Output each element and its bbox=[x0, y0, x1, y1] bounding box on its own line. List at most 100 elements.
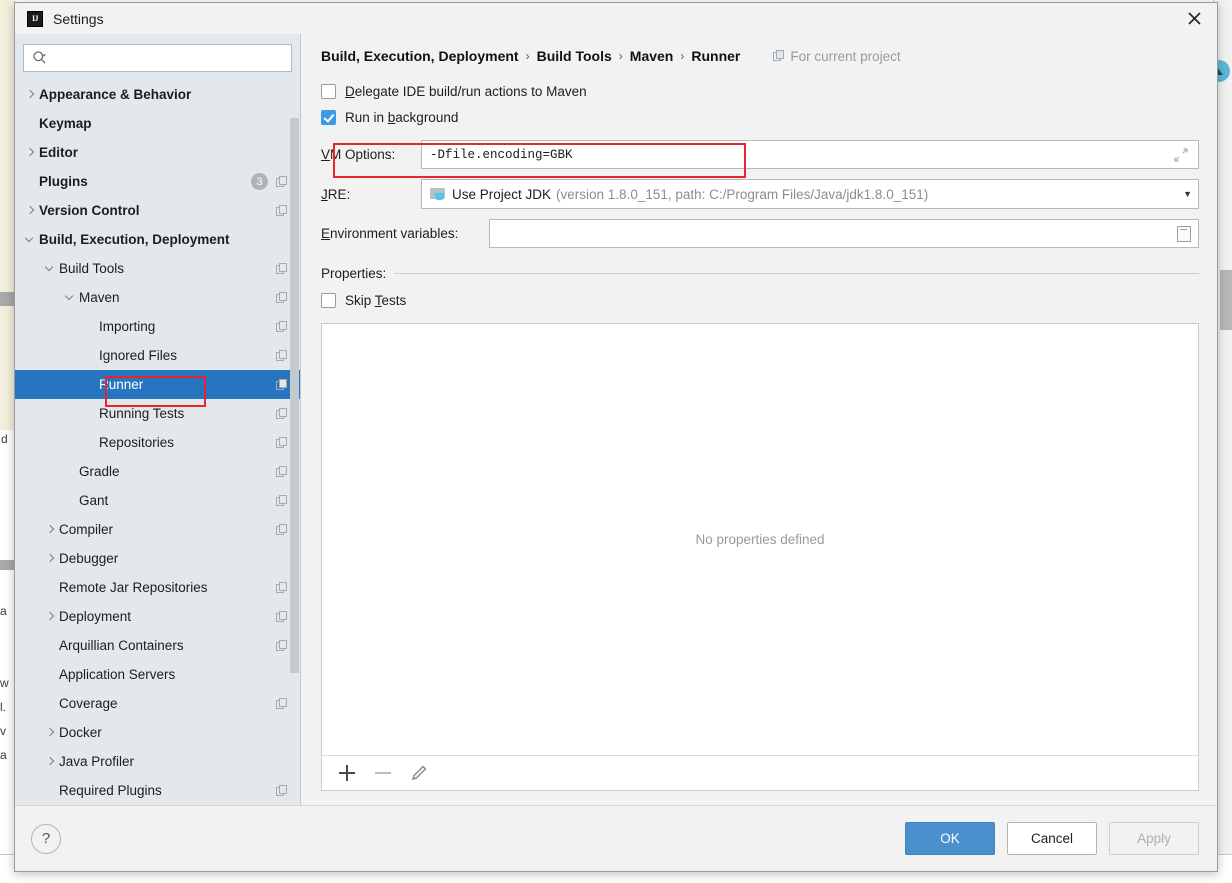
sidebar-item-ignored-files[interactable]: Ignored Files bbox=[15, 341, 300, 370]
sidebar-item-label: Ignored Files bbox=[99, 348, 178, 363]
chevron-right-icon[interactable] bbox=[43, 725, 59, 741]
chevron-down-icon[interactable] bbox=[63, 290, 79, 306]
sidebar-item-label: Arquillian Containers bbox=[59, 638, 184, 653]
jre-row: JRE: Use Project JDK (version 1.8.0_151,… bbox=[321, 179, 1199, 209]
sidebar-item-adornments bbox=[276, 283, 288, 312]
sidebar-item-appearance-behavior[interactable]: Appearance & Behavior bbox=[15, 80, 300, 109]
background-marker bbox=[0, 560, 14, 570]
sidebar-item-adornments bbox=[276, 631, 288, 660]
sidebar-scrollbar[interactable] bbox=[290, 78, 299, 726]
breadcrumb-item-3[interactable]: Runner bbox=[691, 48, 740, 64]
chevron-down-icon[interactable] bbox=[43, 261, 59, 277]
chevron-right-icon[interactable] bbox=[23, 145, 39, 161]
sidebar-item-editor[interactable]: Editor bbox=[15, 138, 300, 167]
dialog-body: Appearance & Behavior Keymap Editor Plugins… bbox=[15, 34, 1217, 805]
ok-button[interactable]: OK bbox=[905, 822, 995, 855]
sidebar-item-application-servers[interactable]: Application Servers bbox=[15, 660, 300, 689]
breadcrumb-item-1[interactable]: Build Tools bbox=[537, 48, 612, 64]
run-in-background-checkbox[interactable] bbox=[321, 109, 336, 125]
chevron-down-icon[interactable]: ▼ bbox=[1175, 189, 1192, 199]
sidebar-item-running-tests[interactable]: Running Tests bbox=[15, 399, 300, 428]
project-scope-icon bbox=[276, 465, 288, 478]
background-marker bbox=[0, 292, 14, 306]
sidebar-item-build-tools[interactable]: Build Tools bbox=[15, 254, 300, 283]
sidebar-item-remote-jar-repositories[interactable]: Remote Jar Repositories bbox=[15, 573, 300, 602]
sidebar-item-repositories[interactable]: Repositories bbox=[15, 428, 300, 457]
sidebar-item-gant[interactable]: Gant bbox=[15, 486, 300, 515]
chevron-right-icon[interactable] bbox=[23, 203, 39, 219]
sidebar-item-version-control[interactable]: Version Control bbox=[15, 196, 300, 225]
sidebar-item-label: Compiler bbox=[59, 522, 114, 537]
sidebar-item-label: Runner bbox=[99, 377, 144, 392]
properties-toolbar bbox=[322, 755, 1198, 790]
cancel-button[interactable]: Cancel bbox=[1007, 822, 1097, 855]
label-rest: nvironment variables: bbox=[330, 226, 459, 241]
search-input[interactable] bbox=[52, 49, 285, 67]
sidebar-item-docker[interactable]: Docker bbox=[15, 718, 300, 747]
breadcrumb-item-2[interactable]: Maven bbox=[630, 48, 674, 64]
plus-icon[interactable] bbox=[336, 762, 358, 784]
sidebar-item-coverage[interactable]: Coverage bbox=[15, 689, 300, 718]
sidebar-item-adornments bbox=[276, 399, 288, 428]
sidebar-item-gradle[interactable]: Gradle bbox=[15, 457, 300, 486]
intellij-idea-icon: IJ bbox=[27, 10, 43, 27]
sidebar-item-runner[interactable]: Runner bbox=[15, 370, 300, 399]
sidebar-item-compiler[interactable]: Compiler bbox=[15, 515, 300, 544]
chevron-right-icon[interactable] bbox=[43, 522, 59, 538]
sidebar-item-adornments bbox=[276, 776, 288, 805]
dialog-title: Settings bbox=[53, 10, 104, 27]
delegate-build-checkbox[interactable] bbox=[321, 83, 336, 99]
project-scope-icon bbox=[276, 581, 288, 594]
sidebar-item-maven[interactable]: Maven bbox=[15, 283, 300, 312]
sidebar-scrollbar-thumb[interactable] bbox=[290, 118, 299, 673]
search-container bbox=[15, 34, 300, 80]
skip-tests-checkbox[interactable] bbox=[321, 292, 336, 308]
sidebar-item-label: Build, Execution, Deployment bbox=[39, 232, 230, 247]
search-box[interactable] bbox=[23, 44, 292, 72]
sidebar-item-keymap[interactable]: Keymap bbox=[15, 109, 300, 138]
properties-table: No properties defined bbox=[321, 323, 1199, 791]
project-scope-icon bbox=[276, 349, 288, 362]
sidebar-item-label: Version Control bbox=[39, 203, 140, 218]
jre-dropdown[interactable]: Use Project JDK (version 1.8.0_151, path… bbox=[421, 179, 1199, 209]
section-divider bbox=[394, 273, 1199, 274]
minus-icon bbox=[372, 762, 394, 784]
sidebar-item-debugger[interactable]: Debugger bbox=[15, 544, 300, 573]
settings-tree[interactable]: Appearance & Behavior Keymap Editor Plugins… bbox=[15, 80, 300, 805]
expand-icon[interactable] bbox=[1172, 146, 1190, 164]
sidebar-item-required-plugins[interactable]: Required Plugins bbox=[15, 776, 300, 805]
chevron-right-icon[interactable] bbox=[43, 609, 59, 625]
sidebar-item-deployment[interactable]: Deployment bbox=[15, 602, 300, 631]
sidebar-item-adornments bbox=[276, 370, 288, 399]
sidebar-item-label: Remote Jar Repositories bbox=[59, 580, 208, 595]
chevron-right-icon[interactable] bbox=[23, 87, 39, 103]
breadcrumb-item-0[interactable]: Build, Execution, Deployment bbox=[321, 48, 519, 64]
pencil-icon[interactable] bbox=[408, 762, 430, 784]
sidebar-item-build-execution-deployment[interactable]: Build, Execution, Deployment bbox=[15, 225, 300, 254]
sidebar-item-importing[interactable]: Importing bbox=[15, 312, 300, 341]
background-code-text: a bbox=[0, 604, 7, 618]
list-editor-icon[interactable] bbox=[1177, 225, 1191, 242]
sidebar-item-arquillian-containers[interactable]: Arquillian Containers bbox=[15, 631, 300, 660]
label-before: Skip bbox=[345, 292, 375, 308]
help-button[interactable]: ? bbox=[31, 823, 61, 854]
delegate-build-label: Delegate IDE build/run actions to Maven bbox=[345, 84, 587, 99]
properties-label: Properties: bbox=[321, 266, 387, 281]
sidebar-item-plugins[interactable]: Plugins 3 bbox=[15, 167, 300, 196]
label-rest: M Options: bbox=[330, 147, 396, 162]
background-code-text: v bbox=[0, 724, 6, 738]
chevron-right-icon[interactable] bbox=[43, 754, 59, 770]
chevron-right-icon[interactable] bbox=[43, 551, 59, 567]
sidebar-item-java-profiler[interactable]: Java Profiler bbox=[15, 747, 300, 776]
close-icon[interactable] bbox=[1171, 3, 1217, 34]
project-scope-icon bbox=[276, 291, 288, 304]
env-vars-input[interactable] bbox=[489, 219, 1199, 248]
breadcrumb-separator: › bbox=[525, 49, 530, 63]
project-scope-icon bbox=[773, 50, 785, 62]
project-scope-icon bbox=[276, 378, 288, 391]
sidebar-item-label: Plugins bbox=[39, 174, 88, 189]
chevron-down-icon[interactable] bbox=[23, 232, 39, 248]
vm-options-input[interactable]: -Dfile.encoding=GBK bbox=[421, 140, 1199, 169]
